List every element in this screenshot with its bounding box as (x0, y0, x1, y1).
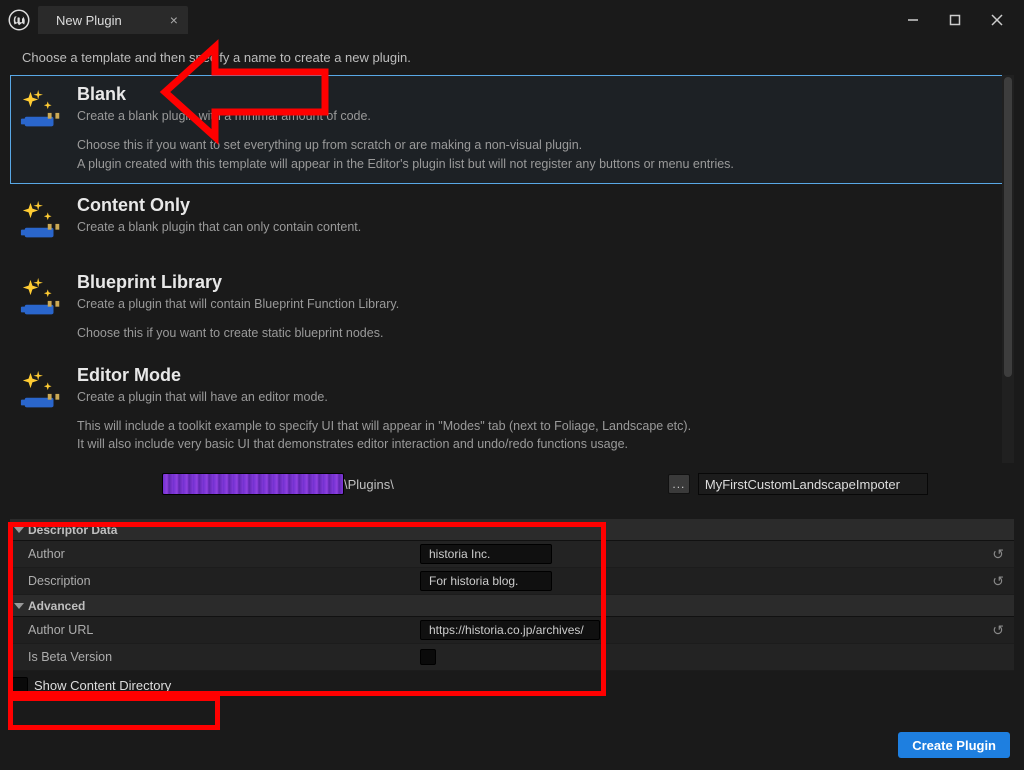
caret-down-icon (14, 527, 24, 533)
template-editor-mode[interactable]: Editor Mode Create a plugin that will ha… (10, 356, 1014, 463)
browse-path-button[interactable]: ... (668, 474, 690, 494)
prop-label: Is Beta Version (28, 650, 420, 664)
unreal-logo-icon (6, 7, 32, 33)
template-title: Editor Mode (77, 365, 1005, 386)
template-icon (19, 365, 69, 454)
close-window-button[interactable] (976, 7, 1018, 33)
titlebar: New Plugin × (0, 0, 1024, 36)
window-controls (892, 7, 1018, 33)
template-icon (19, 272, 69, 343)
template-content-only[interactable]: Content Only Create a blank plugin that … (10, 186, 1014, 261)
template-blank[interactable]: Blank Create a blank plugin with a minim… (10, 75, 1014, 184)
subtitle: Choose a template and then specify a nam… (0, 36, 1024, 75)
annotation-box-show-content (8, 696, 220, 730)
plugin-path-suffix: \Plugins\ (344, 477, 394, 492)
template-extra: Choose this if you want to create static… (77, 324, 1005, 343)
prop-author-url: Author URL ↺ (10, 617, 1014, 644)
plugin-path-row: \Plugins\ ... (12, 471, 1012, 497)
show-content-directory[interactable]: Show Content Directory (12, 677, 1012, 693)
prop-is-beta: Is Beta Version (10, 644, 1014, 671)
prop-description: Description ↺ (10, 568, 1014, 595)
maximize-button[interactable] (934, 7, 976, 33)
template-title: Blank (77, 84, 1005, 105)
template-blueprint-library[interactable]: Blueprint Library Create a plugin that w… (10, 263, 1014, 354)
description-input[interactable] (420, 571, 552, 591)
is-beta-checkbox[interactable] (420, 649, 436, 665)
minimize-button[interactable] (892, 7, 934, 33)
prop-label: Author (28, 547, 420, 561)
plugin-path-obscured (162, 473, 344, 495)
prop-label: Description (28, 574, 420, 588)
show-content-checkbox[interactable] (12, 677, 28, 693)
scrollbar-thumb[interactable] (1004, 77, 1012, 377)
template-list: Blank Create a blank plugin with a minim… (10, 75, 1014, 463)
prop-label: Author URL (28, 623, 420, 637)
template-desc: Create a blank plugin with a minimal amo… (77, 107, 1005, 126)
close-tab-icon[interactable]: × (170, 12, 178, 28)
template-extra: Choose this if you want to set everythin… (77, 136, 1005, 174)
section-descriptor-data[interactable]: Descriptor Data (10, 519, 1014, 541)
reset-icon[interactable]: ↺ (992, 546, 1004, 563)
tab-new-plugin[interactable]: New Plugin × (38, 6, 188, 34)
template-desc: Create a plugin that will have an editor… (77, 388, 1005, 407)
template-title: Blueprint Library (77, 272, 1005, 293)
section-advanced[interactable]: Advanced (10, 595, 1014, 617)
section-label: Descriptor Data (28, 523, 117, 537)
tab-label: New Plugin (56, 13, 122, 28)
reset-icon[interactable]: ↺ (992, 622, 1004, 639)
template-icon (19, 84, 69, 173)
template-icon (19, 195, 69, 250)
create-plugin-button[interactable]: Create Plugin (898, 732, 1010, 758)
author-input[interactable] (420, 544, 552, 564)
show-content-label: Show Content Directory (34, 678, 171, 693)
template-title: Content Only (77, 195, 1005, 216)
template-extra: This will include a toolkit example to s… (77, 417, 1005, 455)
template-scrollbar[interactable] (1002, 75, 1014, 463)
author-url-input[interactable] (420, 620, 600, 640)
section-label: Advanced (28, 599, 85, 613)
template-desc: Create a plugin that will contain Bluepr… (77, 295, 1005, 314)
plugin-name-input[interactable] (698, 473, 928, 495)
reset-icon[interactable]: ↺ (992, 573, 1004, 590)
caret-down-icon (14, 603, 24, 609)
template-desc: Create a blank plugin that can only cont… (77, 218, 1005, 237)
property-panel: Descriptor Data Author ↺ Description ↺ A… (10, 519, 1014, 671)
prop-author: Author ↺ (10, 541, 1014, 568)
